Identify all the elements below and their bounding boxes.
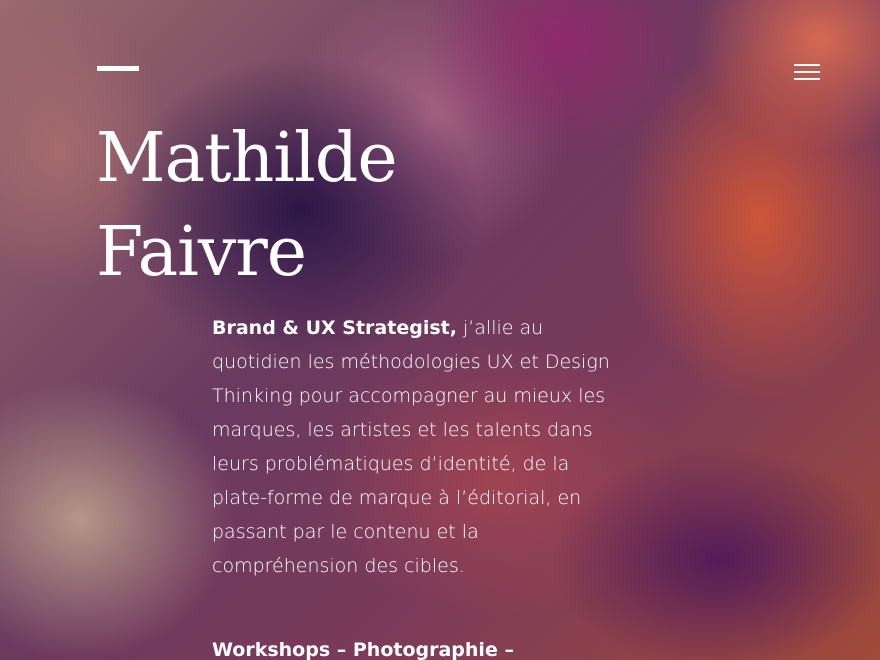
menu-line — [794, 64, 820, 66]
hero-section: Mathilde Faivre Brand & UX Strategist, j… — [0, 0, 880, 660]
dash-icon — [97, 66, 139, 71]
intro-body: j’allie au quotidien les méthodologies U… — [212, 317, 610, 577]
name-first: Mathilde — [96, 119, 398, 198]
hamburger-menu-button[interactable] — [792, 60, 822, 84]
intro-paragraph: Brand & UX Strategist, j’allie au quotid… — [212, 311, 612, 583]
page-title: Mathilde Faivre — [96, 112, 398, 300]
intro-role: Brand & UX Strategist, — [212, 317, 457, 339]
services-list: Workshops – Photographie – — [212, 639, 514, 660]
name-last: Faivre — [96, 213, 307, 292]
menu-line — [794, 71, 820, 73]
menu-line — [794, 78, 820, 80]
